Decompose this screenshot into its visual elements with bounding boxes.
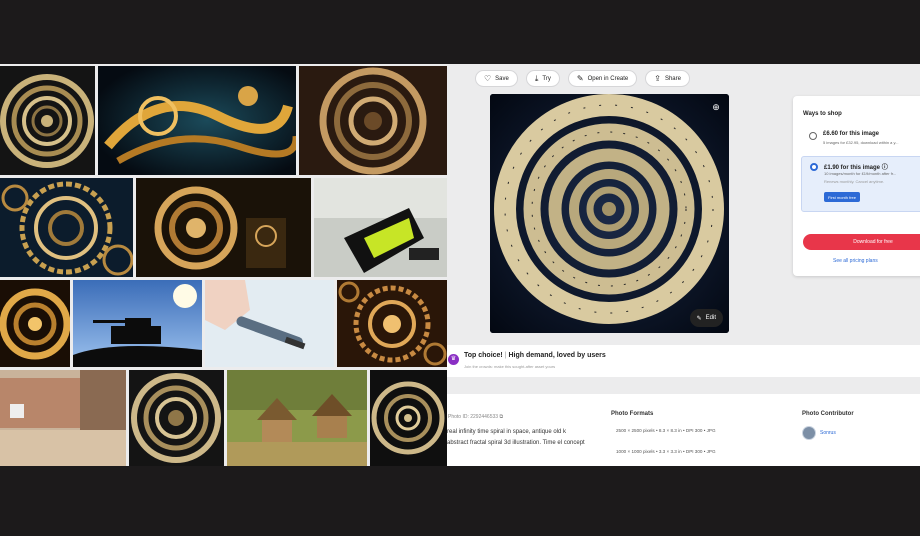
result-thumb-clock-spiral-brown[interactable] — [299, 66, 447, 175]
single-image-price: £6.60 for this image — [823, 131, 880, 137]
save-button[interactable]: ♡ Save — [475, 70, 518, 87]
single-image-details: 5 images for £32.95, download within a y… — [823, 140, 899, 145]
ways-to-shop-card: Ways to shop £6.60 for this image 5 imag… — [793, 96, 920, 276]
top-choice-label: Top choice! — [464, 352, 503, 359]
single-image-option[interactable]: £6.60 for this image 5 images for £32.95… — [801, 126, 920, 151]
top-choice-tag: High demand, loved by users — [508, 352, 606, 359]
subscription-details: 10 images/month for £19/month after fr..… — [824, 171, 897, 176]
photo-id-text: Photo ID: 2292446533 — [448, 414, 499, 420]
single-image-radio[interactable] — [809, 132, 817, 140]
result-thumb-spiral-clock-3[interactable] — [370, 370, 447, 466]
format-option[interactable]: 2500 × 2500 pixels • 8.3 × 8.3 in • DPI … — [616, 428, 716, 433]
badge-icon: ♛ — [448, 354, 459, 365]
zoom-icon[interactable]: ⊕ — [709, 100, 723, 114]
save-label: Save — [495, 75, 509, 82]
format-option[interactable]: 1000 × 1000 pixels • 3.3 × 3.3 in • DPI … — [616, 449, 716, 454]
result-thumb-tank-silhouette[interactable] — [73, 280, 202, 367]
edit-icon: ✎ — [696, 315, 702, 322]
result-thumb-steampunk-spiral[interactable] — [136, 178, 311, 277]
spiral-clock-image — [490, 94, 729, 333]
try-button[interactable]: ⤓ Try — [525, 70, 560, 87]
download-button[interactable]: Download for free — [803, 234, 920, 250]
result-thumb-gears-spiral[interactable] — [337, 280, 447, 367]
result-thumb-golden-cosmic-swirl[interactable] — [98, 66, 296, 175]
photo-contributor-title: Photo Contributor — [802, 411, 854, 417]
ways-to-shop-title: Ways to shop — [803, 111, 842, 117]
result-thumb-hand-instrument[interactable] — [205, 280, 334, 367]
try-label: Try — [542, 75, 551, 82]
open-in-create-button[interactable]: ✎ Open in Create — [567, 70, 638, 87]
result-thumb-gear-clock[interactable] — [0, 178, 133, 277]
edit-button[interactable]: ✎ Edit — [689, 309, 723, 327]
result-thumb-village-huts[interactable] — [227, 370, 367, 466]
edit-label: Edit — [705, 315, 716, 321]
photo-formats-title: Photo Formats — [611, 411, 654, 417]
result-thumb-building-street[interactable] — [0, 370, 126, 466]
magic-icon: ✎ — [576, 73, 584, 83]
heart-icon: ♡ — [484, 73, 492, 83]
top-choice-subtext: Join the crowds: make this sought-after … — [464, 364, 556, 369]
download-icon: ⤓ — [534, 73, 539, 83]
share-icon: ⇪ — [654, 73, 661, 83]
top-choice-title: Top choice! | High demand, loved by user… — [464, 352, 606, 359]
image-toolbar: ♡ Save ⤓ Try ✎ Open in Create ⇪ Share — [475, 70, 690, 87]
screenshot-frame: ♡ Save ⤓ Try ✎ Open in Create ⇪ Share ⊕ ✎ Edi… — [0, 64, 920, 466]
contributor-name[interactable]: Sonrus — [820, 430, 836, 436]
first-month-free-button[interactable]: First month free — [824, 192, 861, 202]
image-detail-panel: ♡ Save ⤓ Try ✎ Open in Create ⇪ Share ⊕ ✎ Edi… — [447, 64, 920, 466]
share-label: Share — [664, 75, 681, 82]
result-thumb-refractometer[interactable] — [314, 178, 447, 277]
contributor[interactable]: Sonrus — [802, 426, 836, 440]
subscription-note: Renews monthly. Cancel anytime. — [824, 179, 885, 184]
result-thumb-golden-swirl-small[interactable] — [0, 280, 70, 367]
photo-id: Photo ID: 2292446533 ⧉ — [448, 414, 503, 420]
image-details-section: Photo ID: 2292446533 ⧉ real infinity tim… — [447, 394, 920, 466]
subscription-option[interactable]: £1.90 for this image ⓘ 10 images/month f… — [801, 156, 920, 212]
image-description: real infinity time spiral in space, anti… — [447, 429, 585, 446]
result-thumb-spiral-clock-2[interactable] — [129, 370, 224, 466]
share-button[interactable]: ⇪ Share — [645, 70, 690, 87]
subscription-price: £1.90 for this image ⓘ — [824, 165, 888, 171]
result-thumb-spiral-clock[interactable] — [0, 66, 95, 175]
top-choice-banner: ♛ Top choice! | High demand, loved by us… — [447, 345, 920, 377]
avatar — [802, 426, 816, 440]
image-preview[interactable]: ⊕ ✎ Edit — [490, 94, 729, 333]
copy-icon[interactable]: ⧉ — [499, 414, 503, 420]
pricing-plans-link[interactable]: See all pricing plans — [833, 258, 878, 264]
open-in-create-label: Open in Create — [587, 75, 629, 82]
subscription-radio[interactable] — [810, 163, 818, 171]
